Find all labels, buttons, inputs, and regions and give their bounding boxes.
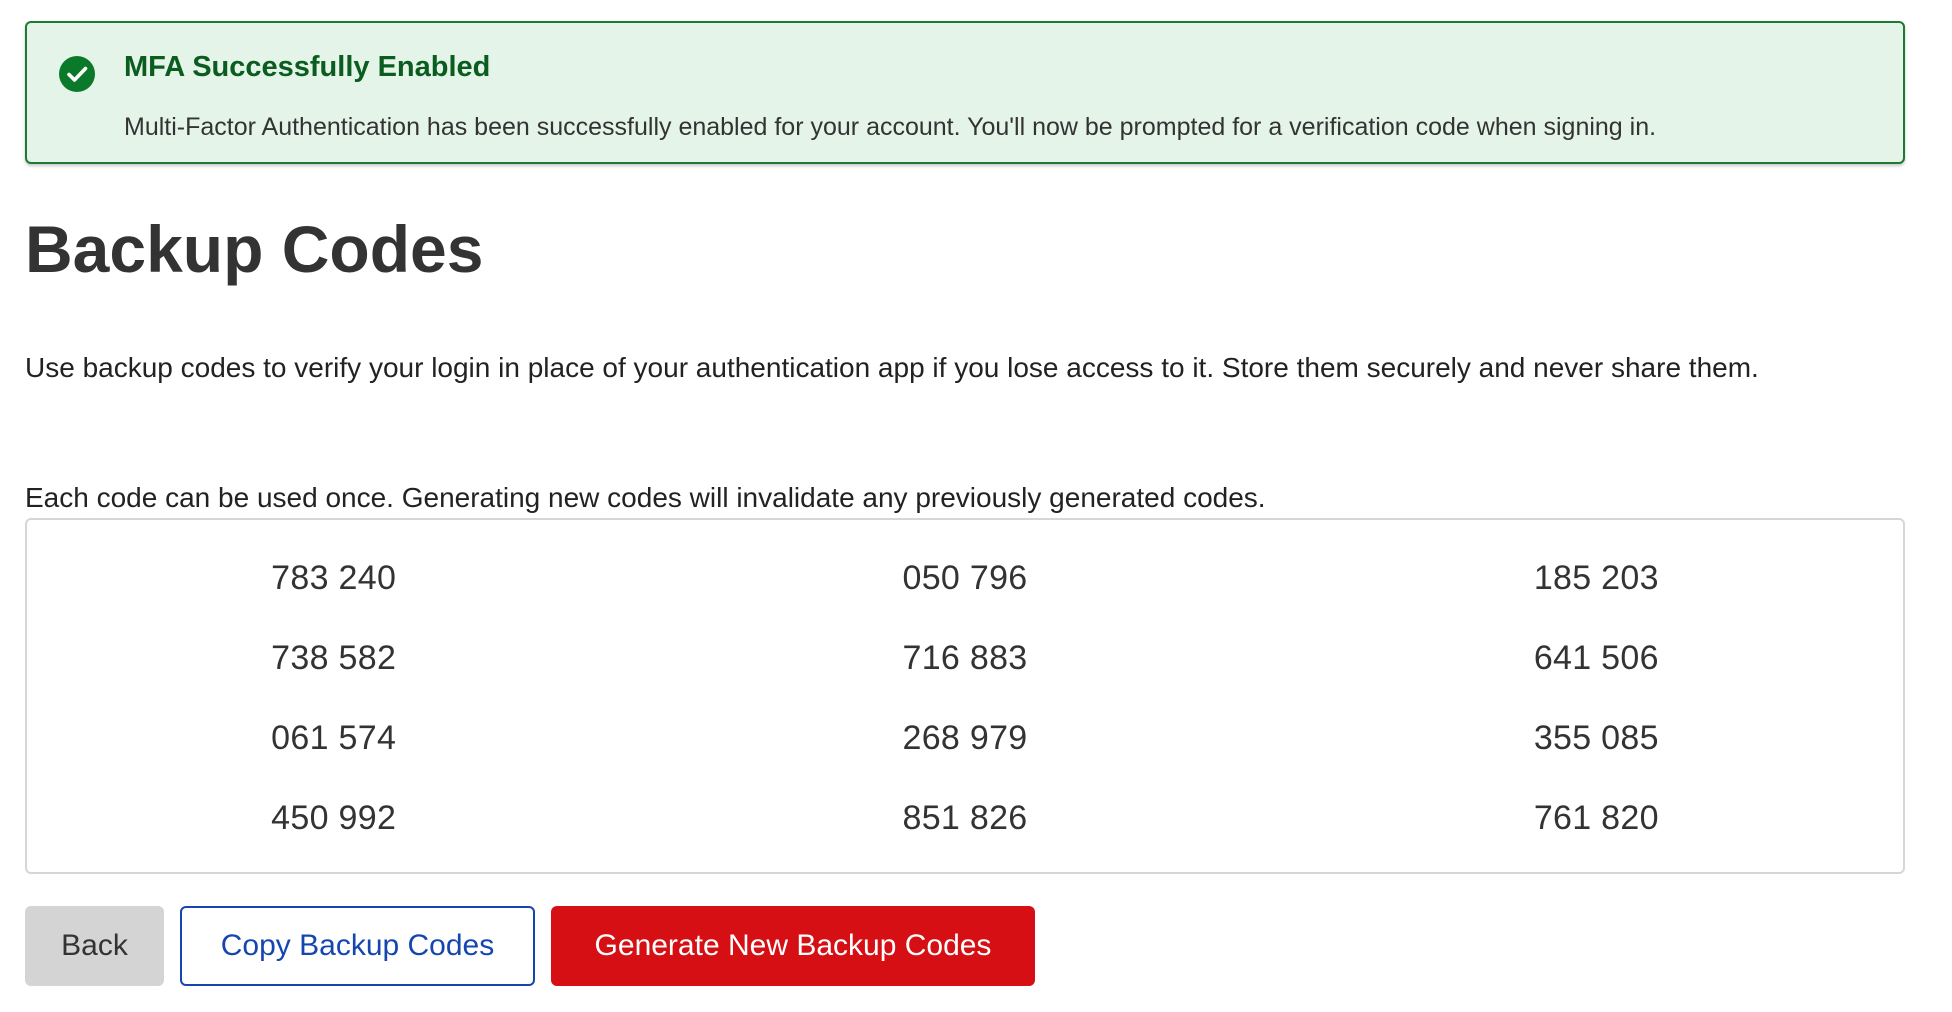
backup-code: 641 506 <box>1533 638 1659 677</box>
backup-code: 783 240 <box>271 558 397 597</box>
backup-code: 761 820 <box>1533 798 1659 837</box>
generate-new-backup-codes-button[interactable]: Generate New Backup Codes <box>551 906 1035 986</box>
backup-code: 061 574 <box>271 718 397 757</box>
backup-code: 450 992 <box>271 798 397 837</box>
backup-code: 738 582 <box>271 638 397 677</box>
page-container: MFA Successfully Enabled Multi-Factor Au… <box>25 21 1905 986</box>
page-title: Backup Codes <box>25 212 484 286</box>
backup-code: 185 203 <box>1533 558 1659 597</box>
backup-code: 050 796 <box>902 558 1028 597</box>
backup-code: 716 883 <box>902 638 1028 677</box>
success-alert: MFA Successfully Enabled Multi-Factor Au… <box>25 21 1905 164</box>
backup-code: 851 826 <box>902 798 1028 837</box>
backup-codes-list: 783 240 050 796 185 203 738 582 716 883 … <box>25 518 1905 874</box>
alert-title: MFA Successfully Enabled <box>124 51 491 83</box>
action-buttons: Back Copy Backup Codes Generate New Back… <box>25 906 1035 986</box>
page-note: Each code can be used once. Generating n… <box>25 482 1266 513</box>
backup-code: 268 979 <box>902 718 1028 757</box>
check-circle-icon <box>59 56 95 92</box>
backup-code: 355 085 <box>1533 718 1659 757</box>
page-description: Use backup codes to verify your login in… <box>25 352 1759 383</box>
back-button[interactable]: Back <box>25 906 164 986</box>
alert-message: Multi-Factor Authentication has been suc… <box>124 113 1657 141</box>
copy-backup-codes-button[interactable]: Copy Backup Codes <box>180 906 535 986</box>
